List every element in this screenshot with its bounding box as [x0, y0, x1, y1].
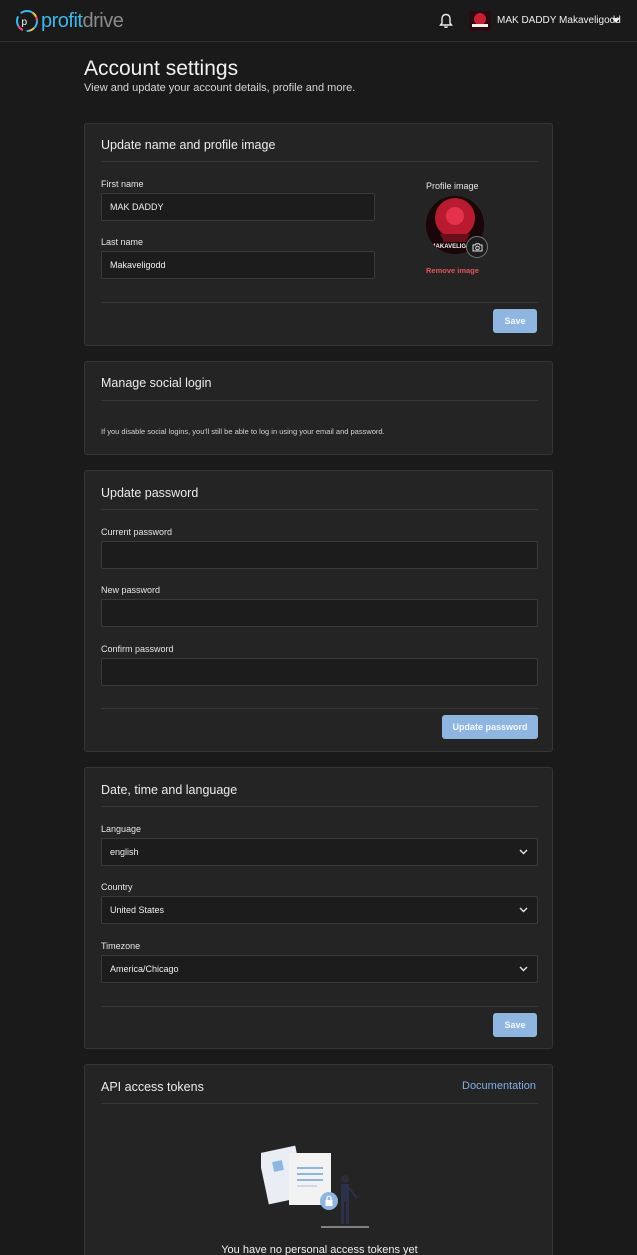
last-name-input[interactable]: Makaveligodd [101, 251, 375, 279]
documentation-link[interactable]: Documentation [462, 1080, 536, 1092]
update-password-button[interactable]: Update password [442, 715, 538, 739]
chevron-down-icon [519, 907, 528, 913]
language-value: english [110, 847, 139, 857]
api-tokens-title: API access tokens [101, 1080, 204, 1094]
chevron-down-icon [519, 849, 528, 855]
timezone-label: Timezone [101, 941, 141, 951]
social-login-help: If you disable social logins, you'll sti… [101, 427, 385, 436]
svg-text:p: p [22, 17, 28, 28]
divider [101, 1006, 538, 1007]
new-password-label: New password [101, 585, 161, 595]
password-card: Update password Current password New pas… [84, 470, 553, 752]
confirm-password-label: Confirm password [101, 644, 174, 654]
top-navbar: p profitdrive MAK DADDY Makaveligodd [0, 0, 637, 42]
new-password-input[interactable] [101, 599, 538, 627]
user-menu-name[interactable]: MAK DADDY Makaveligodd [497, 15, 621, 26]
social-login-title: Manage social login [101, 376, 212, 390]
divider [101, 1103, 538, 1104]
language-select[interactable]: english [101, 838, 538, 866]
caret-down-icon[interactable] [612, 18, 620, 24]
first-name-input[interactable]: MAK DADDY [101, 193, 375, 221]
save-locale-button[interactable]: Save [493, 1013, 537, 1037]
locale-card: Date, time and language Language english… [84, 767, 553, 1049]
api-tokens-card: API access tokens Documentation You have… [84, 1064, 553, 1255]
empty-tokens-text: You have no personal access tokens yet [221, 1244, 418, 1255]
tokens-empty-illustration [261, 1145, 369, 1228]
remove-image-link[interactable]: Remove image [426, 266, 479, 275]
bell-icon[interactable] [439, 13, 453, 29]
divider [101, 806, 538, 807]
language-label: Language [101, 824, 142, 834]
locale-card-title: Date, time and language [101, 783, 238, 797]
current-password-input[interactable] [101, 541, 538, 569]
page-title: Account settings [84, 57, 239, 80]
timezone-select[interactable]: America/Chicago [101, 955, 538, 983]
change-image-button[interactable] [466, 236, 488, 258]
profitdrive-logo-icon: p [16, 10, 38, 32]
profile-card-title: Update name and profile image [101, 138, 276, 152]
save-profile-button[interactable]: Save [493, 309, 537, 333]
page-subtitle: View and update your account details, pr… [84, 82, 356, 94]
password-card-title: Update password [101, 486, 199, 500]
timezone-value: America/Chicago [110, 964, 179, 974]
profile-image-label: Profile image [426, 181, 479, 191]
divider [101, 400, 538, 401]
country-select[interactable]: United States [101, 896, 538, 924]
logo-wordmark: profitdrive [41, 10, 124, 32]
profile-card: Update name and profile image First name… [84, 123, 553, 346]
country-label: Country [101, 882, 133, 892]
chevron-down-icon [519, 966, 528, 972]
current-password-label: Current password [101, 527, 173, 537]
first-name-label: First name [101, 179, 144, 189]
country-value: United States [110, 905, 165, 915]
divider [101, 302, 538, 303]
user-avatar[interactable] [469, 11, 491, 31]
profitdrive-logo[interactable]: p profitdrive [15, 9, 124, 33]
social-login-card: Manage social login If you disable socia… [84, 361, 553, 455]
divider [101, 708, 538, 709]
last-name-label: Last name [101, 237, 144, 247]
divider [101, 161, 538, 162]
camera-icon [472, 242, 482, 251]
confirm-password-input[interactable] [101, 658, 538, 686]
divider [101, 509, 538, 510]
